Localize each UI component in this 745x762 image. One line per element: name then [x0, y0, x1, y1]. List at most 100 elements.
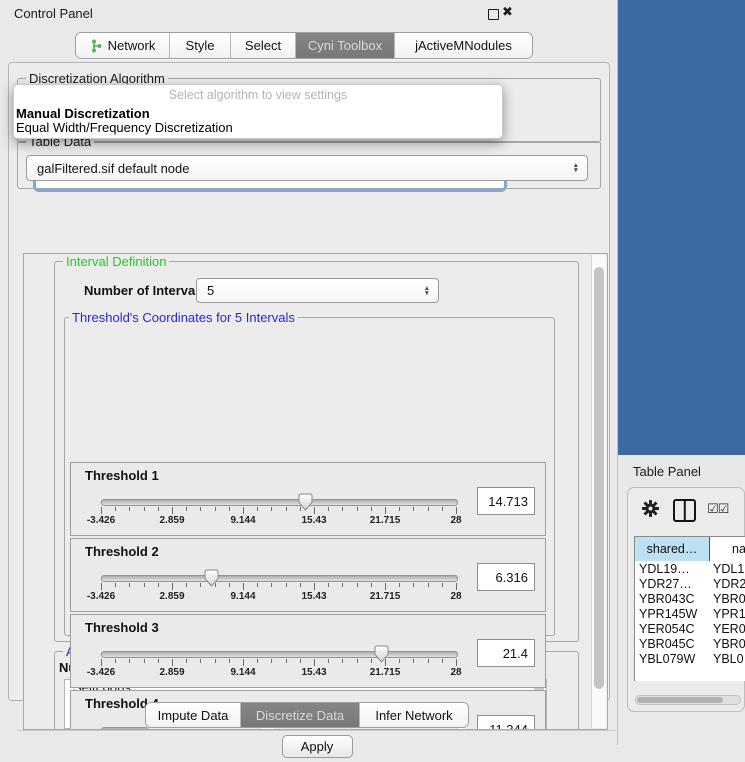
cell-shared-name: YBR045C	[639, 637, 695, 652]
tick-label: 9.144	[230, 515, 255, 526]
table-panel-title: Table Panel	[633, 464, 701, 479]
tick-mark	[158, 507, 159, 511]
tick-mark	[257, 583, 258, 587]
tick-mark	[271, 659, 272, 663]
table-row[interactable]: YDL19…YDL1	[635, 562, 745, 577]
tick-mark	[428, 507, 429, 511]
table-panel-header: Table Panel	[618, 455, 745, 487]
slider-track[interactable]	[101, 651, 458, 658]
tick-mark	[399, 659, 400, 663]
tab-impute-data[interactable]: Impute Data	[146, 703, 241, 727]
tick-mark	[172, 659, 173, 666]
tab-label: Select	[245, 38, 281, 53]
tick-mark	[342, 583, 343, 587]
apply-button[interactable]: Apply	[282, 735, 353, 758]
tick-mark	[229, 659, 230, 663]
table-row[interactable]: YER054CYER0	[635, 622, 745, 637]
table-rows: YDL19…YDL1YDR27…YDR2YBR043CYBR0YPR145WYP…	[635, 562, 745, 665]
tick-mark	[286, 659, 287, 663]
table-panel: ☑☑ shared… na YDL19…YDL1YDR27…YDR2YBR043…	[627, 487, 745, 712]
algorithm-placeholder: Select algorithm to view settings	[14, 88, 502, 102]
slider-track[interactable]	[101, 575, 458, 582]
checkbox-columns-icon[interactable]: ☑☑	[707, 501, 728, 517]
tick-mark	[271, 583, 272, 587]
tab-infer-network[interactable]: Infer Network	[360, 703, 468, 727]
slider-thumb[interactable]	[374, 645, 389, 663]
tick-mark	[286, 507, 287, 511]
table-toolbar: ☑☑	[628, 488, 745, 532]
algorithm-option-1[interactable]: Manual Discretization	[16, 106, 150, 121]
node-table[interactable]: shared… na YDL19…YDL1YDR27…YDR2YBR043CYB…	[634, 536, 745, 681]
group-title: Threshold's Coordinates for 5 Intervals	[69, 310, 298, 325]
float-window-icon[interactable]	[488, 9, 499, 20]
tick-mark	[399, 583, 400, 587]
scrollbar-thumb[interactable]	[594, 267, 604, 689]
cell-shared-name: YBR043C	[639, 592, 695, 607]
tick-mark	[328, 659, 329, 663]
tab-select[interactable]: Select	[231, 33, 296, 58]
table-data-select[interactable]: galFiltered.sif default node ▲▼	[26, 155, 588, 181]
column-header-name[interactable]: na	[710, 537, 745, 561]
close-icon[interactable]: ✖	[502, 4, 513, 20]
tick-mark	[172, 583, 173, 590]
tab-label: Infer Network	[375, 708, 452, 723]
algorithm-option-2[interactable]: Equal Width/Frequency Discretization	[16, 120, 233, 135]
tick-mark	[115, 659, 116, 663]
tick-mark	[314, 659, 315, 666]
table-row[interactable]: YBR045C YBR0	[635, 637, 745, 652]
horizontal-scrollbar[interactable]	[635, 695, 741, 705]
slider-thumb[interactable]	[298, 493, 313, 511]
tab-label: Discretize Data	[256, 708, 344, 723]
tick-mark	[243, 583, 244, 590]
cell-shared-name: YDR27…	[639, 577, 692, 592]
tick-mark	[428, 583, 429, 587]
gear-icon[interactable]	[640, 498, 661, 519]
table-row[interactable]: YDR27…YDR2	[635, 577, 745, 592]
table-row[interactable]: YBR043CYBR0	[635, 592, 745, 607]
tick-mark	[428, 659, 429, 663]
cell-name: YER0	[713, 622, 745, 637]
tab-cyni-toolbox[interactable]: Cyni Toolbox	[296, 33, 395, 58]
tick-mark	[243, 507, 244, 514]
tick-mark	[300, 659, 301, 663]
tick-mark	[328, 583, 329, 587]
tick-mark	[442, 583, 443, 587]
stepper-icon: ▲▼	[424, 286, 430, 296]
cell-name: YBR0	[713, 637, 745, 652]
tick-mark	[229, 507, 230, 511]
network-desktop: GAL80GALCYGAL11GAL4GCY1HIHAP2	[618, 0, 745, 455]
table-data-value: galFiltered.sif default node	[37, 161, 189, 176]
column-layout-icon[interactable]	[673, 499, 696, 522]
tick-label: 9.144	[230, 667, 255, 678]
tick-label: 28	[450, 591, 461, 602]
table-row[interactable]: YBL079WYBL0	[635, 652, 745, 665]
tick-mark	[371, 583, 372, 587]
threshold-value-field[interactable]: 11.344	[477, 715, 535, 730]
tick-mark	[129, 507, 130, 511]
cell-name: YDL1	[713, 562, 744, 577]
vertical-scrollbar[interactable]	[591, 255, 606, 728]
tab-style[interactable]: Style	[170, 33, 231, 58]
column-header-shared-name[interactable]: shared…	[635, 537, 709, 561]
tab-jactivemnodules[interactable]: jActiveMNodules	[395, 33, 532, 58]
tick-label: 2.859	[159, 667, 184, 678]
tick-mark	[200, 583, 201, 587]
threshold-value-field[interactable]: 6.316	[477, 563, 535, 591]
stepper-icon: ▲▼	[573, 163, 579, 173]
threshold-value-field[interactable]: 21.4	[477, 639, 535, 667]
slider-track[interactable]	[101, 499, 458, 506]
tick-mark	[101, 659, 102, 666]
scrollbar-thumb[interactable]	[637, 697, 723, 703]
tick-mark	[200, 507, 201, 511]
tab-discretize-data[interactable]: Discretize Data	[241, 703, 360, 727]
tick-mark	[243, 659, 244, 666]
tab-network[interactable]: Network	[76, 33, 170, 58]
tick-mark	[101, 583, 102, 590]
tick-mark	[215, 507, 216, 511]
threshold-value-field[interactable]: 14.713	[477, 487, 535, 515]
tick-mark	[357, 583, 358, 587]
table-row[interactable]: YPR145WYPR1	[635, 607, 745, 622]
slider-thumb[interactable]	[204, 569, 219, 587]
tick-mark	[101, 507, 102, 514]
num-intervals-select[interactable]: 5 ▲▼	[196, 278, 439, 303]
